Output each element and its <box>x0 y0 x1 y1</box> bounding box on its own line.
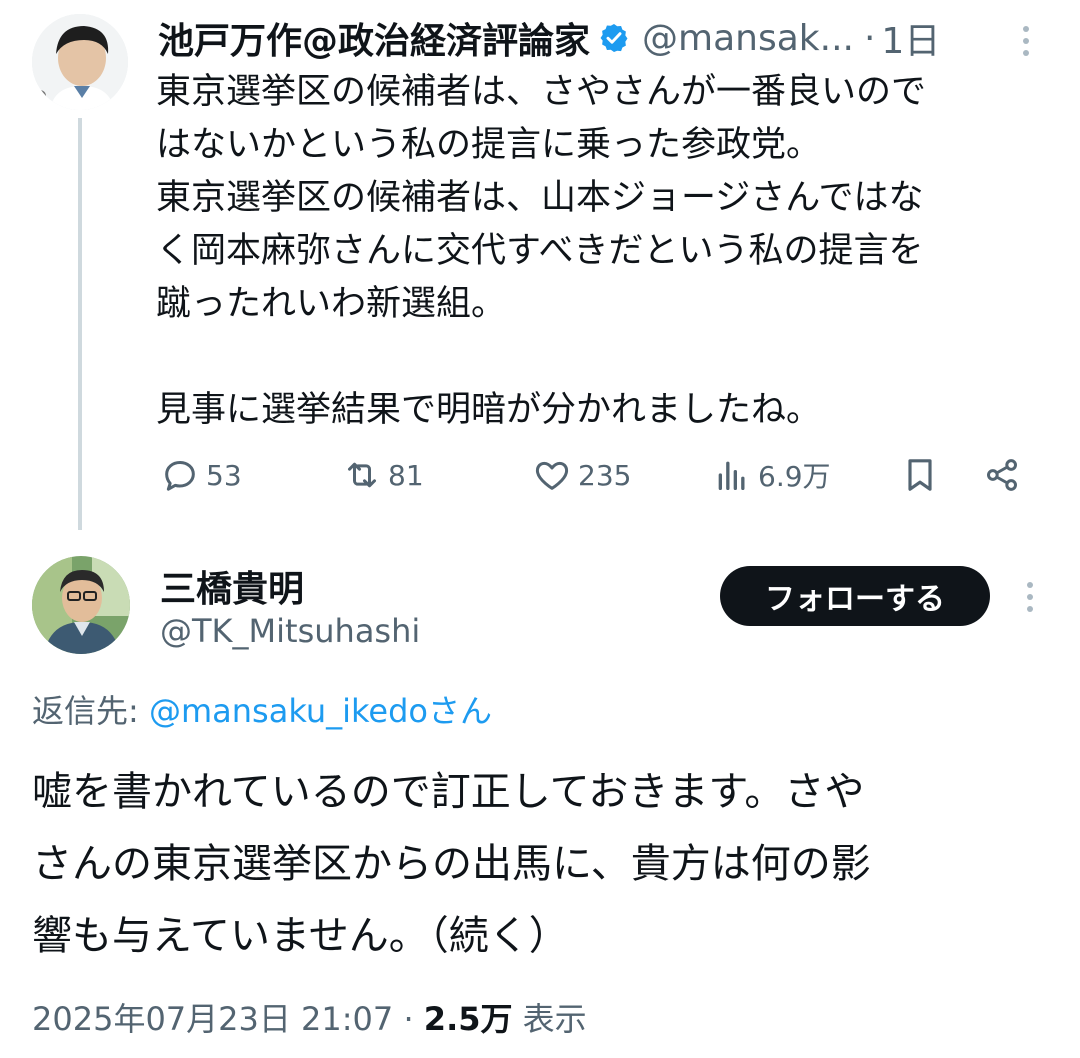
bookmark-action[interactable] <box>900 455 940 495</box>
parent-tweet-time[interactable]: 1日 <box>881 12 940 64</box>
share-action[interactable] <box>982 455 1022 495</box>
views-total: 2.5万 <box>423 1000 513 1038</box>
parent-author-avatar[interactable] <box>32 14 128 110</box>
thread-connector-line <box>78 118 82 530</box>
views-action[interactable]: 6.9万 <box>712 455 831 495</box>
tweet-meta-line: 2025年07月23日 21:07 · 2.5万 表示 <box>32 994 587 1040</box>
reply-author-handle[interactable]: @TK_Mitsuhashi <box>160 612 420 650</box>
reply-count: 53 <box>206 458 242 492</box>
retweet-action[interactable]: 81 <box>342 455 424 495</box>
reply-author-name[interactable]: 三橋貴明 <box>160 560 304 612</box>
time-separator: · <box>863 17 876 59</box>
reply-icon <box>165 461 195 491</box>
like-action[interactable]: 235 <box>532 455 631 495</box>
follow-button[interactable]: フォローする <box>720 566 990 626</box>
reply-author-avatar[interactable] <box>32 556 130 654</box>
reply-to-line: 返信先: @mansaku_ikedoさん <box>32 686 492 732</box>
parent-tweet-actions: 53 81 235 6.9万 <box>160 455 1040 505</box>
retweet-count: 81 <box>388 458 424 492</box>
views-label: 表示 <box>522 1000 587 1038</box>
more-icon[interactable] <box>1020 580 1040 614</box>
reply-tweet-text: 嘘を書かれているので訂正しておきます。さや さんの東京選挙区からの出馬に、貴方は… <box>32 769 871 959</box>
meta-separator: · <box>403 1000 414 1038</box>
tweet-date[interactable]: 2025年07月23日 21:07 <box>32 1000 393 1038</box>
share-icon <box>987 459 1017 491</box>
like-count: 235 <box>578 458 632 492</box>
retweet-icon <box>348 462 376 488</box>
parent-tweet-text: 東京選挙区の候補者は、さやさんが一番良いので はないかという私の提言に乗った参政… <box>156 72 927 430</box>
more-icon[interactable] <box>1016 24 1036 58</box>
like-icon <box>535 461 569 490</box>
parent-author-name[interactable]: 池戸万作@政治経済評論家 <box>158 12 590 64</box>
reply-to-handle-link[interactable]: @mansaku_ikedoさん <box>149 692 492 730</box>
reply-to-label: 返信先: <box>32 692 139 730</box>
verified-badge-icon <box>598 22 630 54</box>
parent-author-handle[interactable]: @mansak... <box>642 18 854 59</box>
views-count: 6.9万 <box>758 460 831 493</box>
bookmark-icon <box>908 459 932 491</box>
parent-author-row[interactable]: 池戸万作@政治経済評論家 @mansak... · 1日 <box>158 12 940 64</box>
reply-action[interactable]: 53 <box>160 455 242 495</box>
views-icon <box>718 461 745 490</box>
